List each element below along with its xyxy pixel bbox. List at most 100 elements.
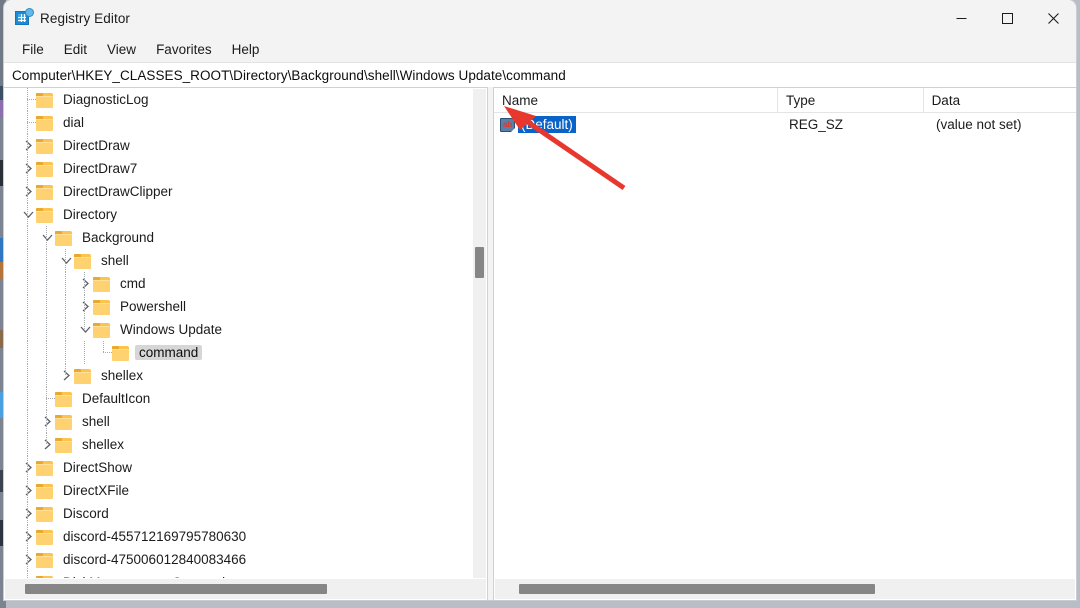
- tree-node[interactable]: cmd: [4, 272, 473, 295]
- minimize-button[interactable]: [938, 0, 984, 36]
- tree-hscroll-thumb[interactable]: [25, 584, 327, 594]
- tree-node[interactable]: DirectDraw: [4, 134, 473, 157]
- tree-connector-line: [27, 456, 28, 479]
- chevron-right-icon[interactable]: [58, 364, 74, 387]
- tree-node-label: shellex: [82, 437, 125, 452]
- tree-node[interactable]: Discord: [4, 502, 473, 525]
- tree-node-label: DirectXFile: [63, 483, 130, 498]
- tree-node[interactable]: DiagnosticLog: [4, 88, 473, 111]
- tree-node[interactable]: DirectDrawClipper: [4, 180, 473, 203]
- tree-connector-line: [27, 502, 28, 525]
- tree-connector-line: [27, 122, 36, 123]
- folder-icon: [93, 322, 110, 338]
- chevron-right-icon[interactable]: [77, 272, 93, 295]
- content-panes: DiagnosticLog dial DirectDraw DirectDraw7 Di…: [4, 87, 1076, 600]
- tree-node[interactable]: DirectXFile: [4, 479, 473, 502]
- tree-connector-line: [27, 99, 36, 100]
- folder-icon: [36, 529, 53, 545]
- tree-node-label: dial: [63, 115, 85, 130]
- close-button[interactable]: [1030, 0, 1076, 36]
- tree-connector-line: [65, 272, 66, 295]
- folder-icon: [55, 230, 72, 246]
- menu-help[interactable]: Help: [222, 39, 270, 60]
- chevron-right-icon[interactable]: [20, 180, 36, 203]
- tree-node-label: DiskManagement.Connection: [59, 575, 244, 578]
- tree-node[interactable]: shellex: [4, 364, 473, 387]
- tree-node[interactable]: discord-475006012840083466: [4, 548, 473, 571]
- tree-node[interactable]: discord-455712169795780630: [4, 525, 473, 548]
- value-name-cell: ab (Default): [494, 113, 781, 136]
- tree-connector-line: [65, 341, 66, 364]
- chevron-right-icon[interactable]: [20, 456, 36, 479]
- column-header-data[interactable]: Data: [924, 88, 1076, 112]
- title-bar: Registry Editor: [4, 0, 1076, 36]
- tree-connector-line: [65, 249, 66, 272]
- chevron-right-icon[interactable]: [20, 479, 36, 502]
- folder-icon: [55, 437, 72, 453]
- tree-connector-line: [46, 433, 47, 445]
- menu-favorites[interactable]: Favorites: [146, 39, 222, 60]
- tree-node[interactable]: command: [4, 341, 473, 364]
- menu-file[interactable]: File: [12, 39, 54, 60]
- tree-connector-line: [65, 364, 66, 376]
- tree-node-label: Discord: [63, 506, 109, 521]
- column-header-name[interactable]: Name: [494, 88, 779, 112]
- tree-horizontal-scrollbar[interactable]: [5, 579, 486, 599]
- tree-node[interactable]: shell: [4, 249, 473, 272]
- chevron-down-icon[interactable]: [20, 203, 36, 226]
- chevron-down-icon[interactable]: [39, 226, 55, 249]
- chevron-down-icon[interactable]: [77, 318, 93, 341]
- value-data-cell: (value not set): [936, 117, 1022, 132]
- tree-node-label: shell: [101, 253, 129, 268]
- menu-bar: File Edit View Favorites Help: [4, 36, 1076, 62]
- tree-node[interactable]: Background: [4, 226, 473, 249]
- tree-node[interactable]: Powershell: [4, 295, 473, 318]
- tree-node[interactable]: DiskManagement.Connection: [4, 571, 473, 578]
- chevron-right-icon[interactable]: [39, 433, 55, 456]
- value-row[interactable]: ab (Default) REG_SZ (value not set): [494, 113, 1076, 136]
- chevron-right-icon[interactable]: [77, 295, 93, 318]
- folder-icon: [36, 460, 53, 476]
- tree-connector-line: [65, 295, 66, 318]
- tree-node[interactable]: dial: [4, 111, 473, 134]
- tree-node[interactable]: Windows Update: [4, 318, 473, 341]
- tree-node[interactable]: shellex: [4, 433, 473, 456]
- tree-node[interactable]: Directory: [4, 203, 473, 226]
- tree-node-label: DirectDrawClipper: [63, 184, 173, 199]
- tree-node[interactable]: DirectShow: [4, 456, 473, 479]
- tree-vertical-scrollbar[interactable]: [473, 89, 486, 578]
- values-list-pane: Name Type Data ab (Default) REG_SZ (value n…: [493, 87, 1076, 600]
- registry-tree: DiagnosticLog dial DirectDraw DirectDraw7 Di…: [4, 88, 473, 578]
- menu-view[interactable]: View: [97, 39, 146, 60]
- address-bar[interactable]: Computer\HKEY_CLASSES_ROOT\Directory\Bac…: [4, 62, 1076, 88]
- chevron-right-icon[interactable]: [20, 134, 36, 157]
- tree-node[interactable]: DefaultIcon: [4, 387, 473, 410]
- chevron-right-icon[interactable]: [20, 502, 36, 525]
- tree-node-label: DirectShow: [63, 460, 133, 475]
- tree-connector-line: [84, 341, 85, 364]
- chevron-down-icon[interactable]: [58, 249, 74, 272]
- tree-connector-line: [27, 571, 28, 578]
- tree-vscroll-thumb[interactable]: [475, 247, 484, 278]
- tree-connector-line: [46, 341, 47, 364]
- tree-node[interactable]: shell: [4, 410, 473, 433]
- maximize-button[interactable]: [984, 0, 1030, 36]
- chevron-right-icon[interactable]: [39, 410, 55, 433]
- folder-icon: [55, 414, 72, 430]
- chevron-right-icon[interactable]: [20, 525, 36, 548]
- tree-connector-line: [84, 318, 85, 330]
- folder-icon: [36, 506, 53, 522]
- values-horizontal-scrollbar[interactable]: [495, 579, 1075, 599]
- values-column-headers: Name Type Data: [494, 88, 1076, 113]
- tree-connector-line: [46, 364, 47, 387]
- tree-node-label: DirectDraw: [63, 138, 130, 153]
- chevron-right-icon[interactable]: [20, 157, 36, 180]
- values-hscroll-thumb[interactable]: [519, 584, 875, 594]
- tree-node-label: DiagnosticLog: [63, 92, 149, 107]
- tree-node[interactable]: DirectDraw7: [4, 157, 473, 180]
- tree-connector-line: [103, 352, 112, 353]
- column-header-type[interactable]: Type: [778, 88, 924, 112]
- chevron-right-icon[interactable]: [20, 548, 36, 571]
- menu-edit[interactable]: Edit: [54, 39, 97, 60]
